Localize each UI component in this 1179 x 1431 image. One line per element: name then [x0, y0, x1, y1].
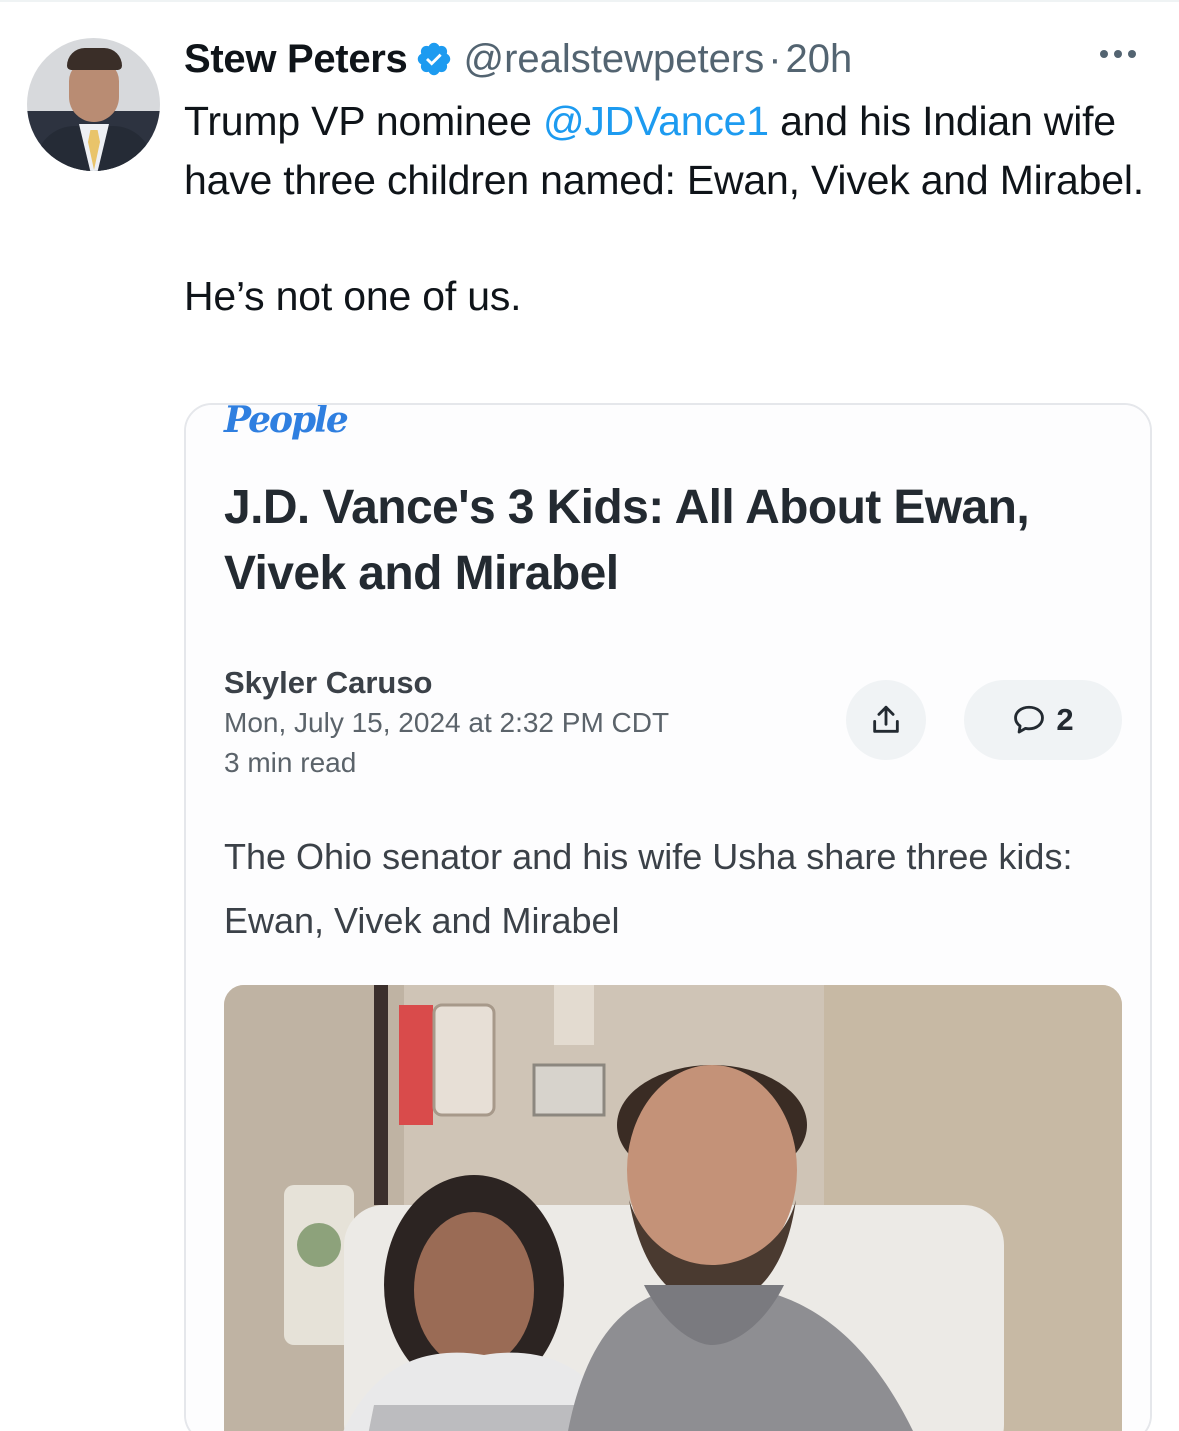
byline: Skyler Caruso Mon, July 15, 2024 at 2:32…: [224, 663, 669, 783]
article-summary: The Ohio senator and his wife Usha share…: [224, 836, 1073, 941]
timestamp[interactable]: 20h: [786, 37, 853, 82]
top-divider: [0, 0, 1179, 2]
avatar-hair: [67, 48, 122, 70]
more-dot: [1114, 50, 1122, 58]
article-card[interactable]: People J.D. Vance's 3 Kids: All About Ew…: [184, 403, 1152, 1431]
avatar[interactable]: [27, 38, 160, 171]
hospital-photo: [224, 985, 1122, 1431]
read-time: 3 min read: [224, 747, 357, 778]
article-photo[interactable]: [224, 985, 1122, 1431]
verified-badge-icon: [418, 42, 451, 76]
comments-button[interactable]: 2: [964, 680, 1122, 760]
share-button[interactable]: [846, 680, 926, 760]
mention-link[interactable]: @JDVance1: [543, 98, 769, 144]
comment-count: 2: [1056, 702, 1074, 737]
share-icon: [873, 705, 899, 733]
tweet-paragraph-2: He’s not one of us.: [184, 273, 522, 319]
separator: ·: [768, 36, 782, 81]
more-dot: [1128, 50, 1136, 58]
display-name[interactable]: Stew Peters: [184, 37, 408, 82]
people-logo: People: [224, 403, 349, 441]
tweet-header: Stew Peters @realstewpeters · 20h: [184, 34, 852, 84]
comment-icon: [1014, 705, 1045, 734]
tweet-text: Trump VP nominee @JDVance1 and his India…: [184, 92, 1154, 326]
article-title[interactable]: J.D. Vance's 3 Kids: All About Ewan, Viv…: [224, 475, 1134, 607]
tweet-text-part1: Trump VP nominee: [184, 98, 543, 144]
more-dot: [1100, 50, 1108, 58]
more-icon[interactable]: [1100, 50, 1136, 58]
tweet-paragraph-1: Trump VP nominee @JDVance1 and his India…: [184, 92, 1154, 209]
article-date: Mon, July 15, 2024 at 2:32 PM CDT: [224, 707, 670, 738]
handle[interactable]: @realstewpeters: [463, 37, 764, 82]
article-card-body: People J.D. Vance's 3 Kids: All About Ew…: [186, 405, 1150, 1431]
article-author[interactable]: Skyler Caruso: [224, 663, 669, 703]
